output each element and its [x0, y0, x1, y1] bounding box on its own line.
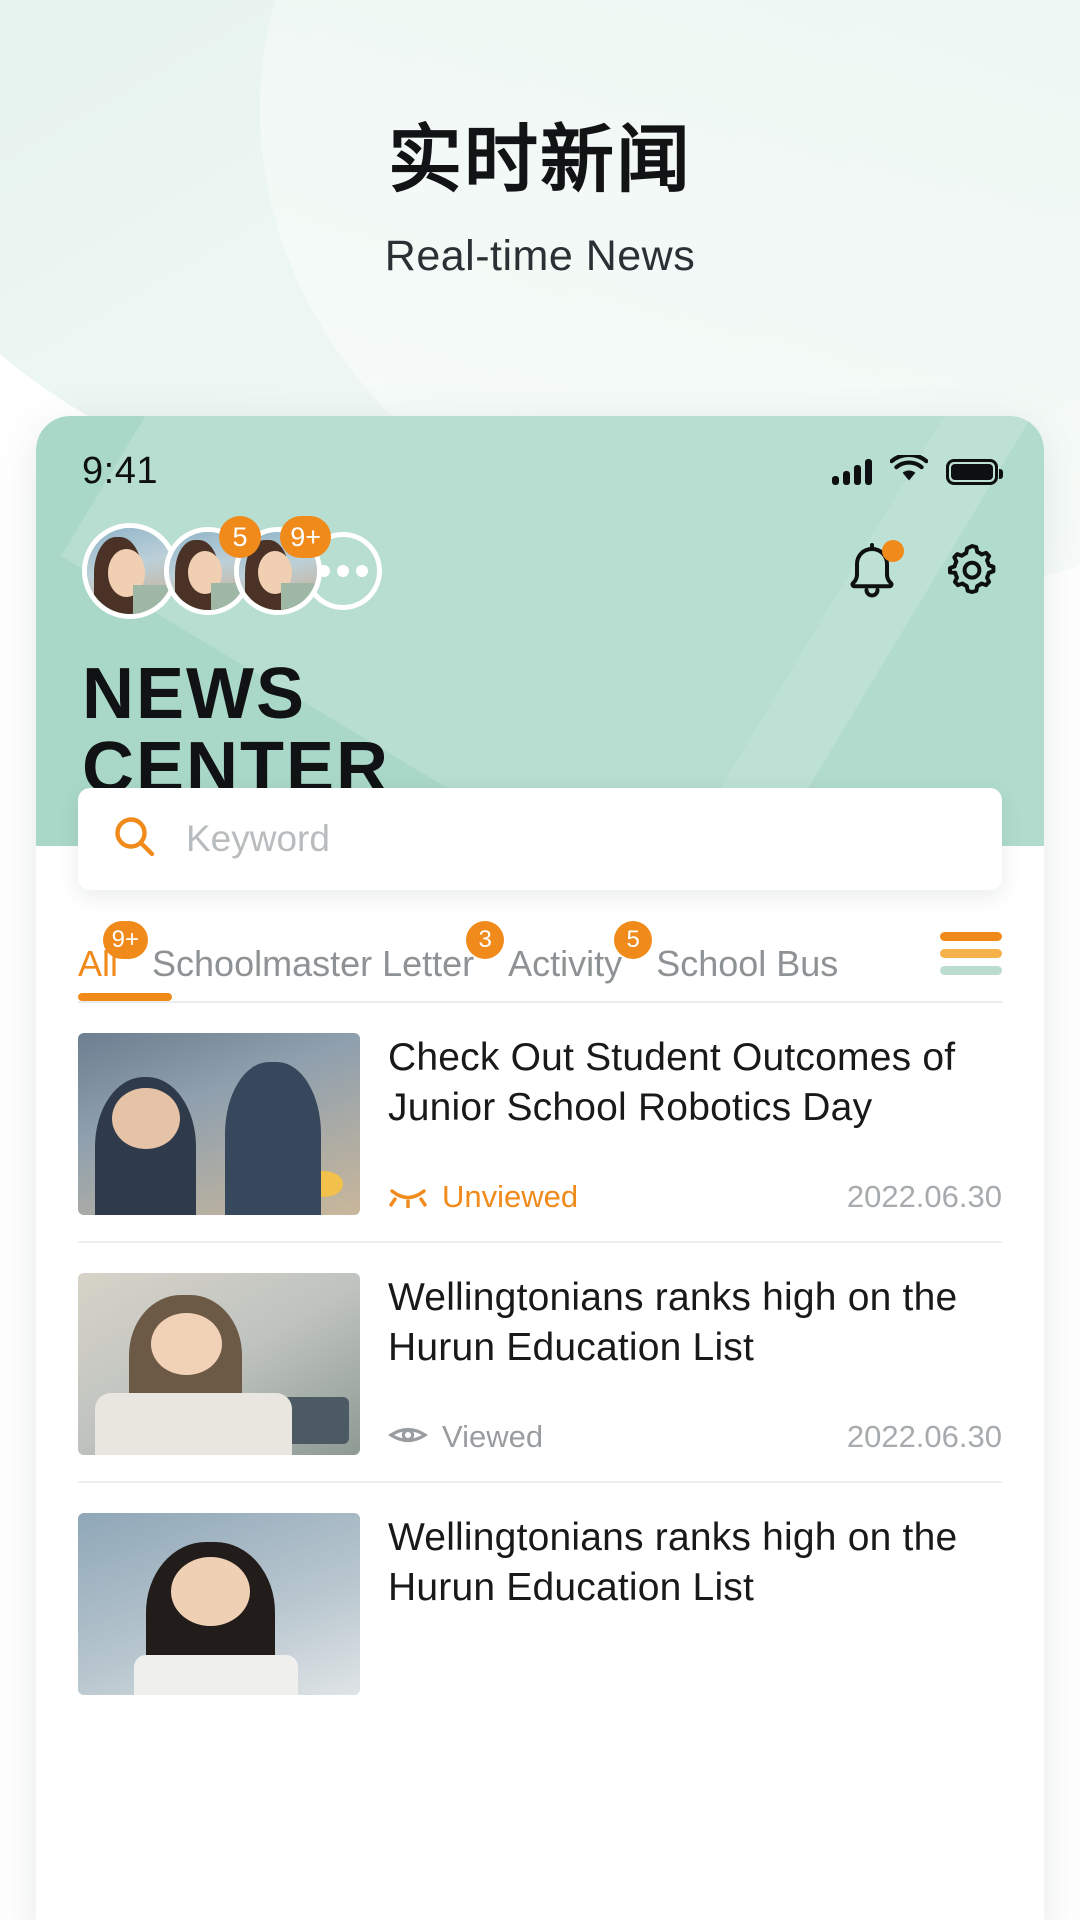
- tab-badge: 5: [614, 921, 653, 959]
- news-thumbnail: [78, 1513, 360, 1695]
- battery-full-icon: [946, 458, 1003, 485]
- hamburger-menu-icon[interactable]: [940, 932, 1002, 983]
- eye-open-icon: [388, 1422, 428, 1453]
- tab-badge: 9+: [102, 921, 149, 959]
- wifi-icon: [889, 452, 929, 488]
- tab-badge: 3: [466, 921, 505, 959]
- signal-bars-icon: [832, 458, 872, 485]
- page-title-english: Real-time News: [384, 232, 696, 280]
- search-bar-container: Keyword: [36, 788, 1044, 890]
- news-date: 2022.06.30: [846, 1179, 1002, 1214]
- tab-label: School Bus: [656, 943, 839, 984]
- phone-mockup: 9:41 5 9+ NEWS CENTER Keyword All 9+ Sch…: [36, 416, 1044, 1920]
- news-status: Viewed: [388, 1419, 543, 1455]
- avatar-badge: 5: [219, 516, 261, 558]
- news-status: Unviewed: [388, 1179, 578, 1215]
- news-list-item[interactable]: Wellingtonians ranks high on the Hurun E…: [78, 1241, 1002, 1481]
- avatar-badge: 9+: [280, 516, 331, 558]
- settings-button[interactable]: [944, 542, 1000, 600]
- avatar-image: [87, 528, 173, 614]
- notification-dot-badge: [882, 540, 904, 562]
- news-meta: Unviewed 2022.06.30: [388, 1161, 1002, 1215]
- category-tabs: All 9+ Schoolmaster Letter 3 Activity 5 …: [36, 890, 1044, 1001]
- eye-closed-icon: [388, 1182, 428, 1213]
- news-list-item[interactable]: Check Out Student Outcomes of Junior Sch…: [78, 1003, 1002, 1241]
- news-content: Wellingtonians ranks high on the Hurun E…: [388, 1273, 1002, 1455]
- page-title-chinese: 实时新闻: [388, 117, 692, 203]
- news-title: Check Out Student Outcomes of Junior Sch…: [388, 1036, 956, 1129]
- news-status-label: Viewed: [442, 1419, 544, 1454]
- tab-schoolmaster-letter[interactable]: Schoolmaster Letter 3: [152, 921, 505, 1001]
- tab-label: Activity: [508, 943, 623, 984]
- tab-label: Schoolmaster Letter: [152, 943, 475, 984]
- news-date: 2022.06.30: [846, 1419, 1002, 1454]
- avatar-group[interactable]: 5 9+: [82, 516, 382, 619]
- status-bar-icons: [832, 452, 1003, 488]
- notification-button[interactable]: [844, 540, 904, 600]
- status-bar: 9:41: [36, 416, 1044, 493]
- news-list-item[interactable]: Wellingtonians ranks high on the Hurun E…: [78, 1481, 1002, 1721]
- search-icon: [112, 814, 158, 865]
- tab-school-bus[interactable]: School Bus: [656, 943, 838, 1001]
- news-meta: Viewed 2022.06.30: [388, 1401, 1002, 1455]
- screenshot-root: 实时新闻 Real-time News 9:41 5 9+ NEWS CENTE…: [0, 0, 1080, 1920]
- news-content: Wellingtonians ranks high on the Hurun E…: [388, 1513, 1002, 1695]
- hero-avatar-row: 5 9+: [36, 493, 1044, 619]
- tab-activity[interactable]: Activity 5: [508, 921, 653, 1001]
- news-title: Wellingtonians ranks high on the Hurun E…: [388, 1276, 958, 1369]
- hero-action-buttons: [844, 540, 1000, 600]
- hero-header: 9:41 5 9+ NEWS CENTER: [36, 416, 1044, 846]
- search-bar[interactable]: Keyword: [78, 788, 1002, 890]
- search-input[interactable]: Keyword: [186, 818, 330, 860]
- news-thumbnail: [78, 1033, 360, 1215]
- news-content: Check Out Student Outcomes of Junior Sch…: [388, 1033, 1002, 1215]
- news-title: Wellingtonians ranks high on the Hurun E…: [388, 1516, 958, 1609]
- tab-all[interactable]: All 9+: [78, 921, 172, 1001]
- news-thumbnail: [78, 1273, 360, 1455]
- page-heading: 实时新闻 Real-time News: [0, 0, 1080, 282]
- news-status-label: Unviewed: [442, 1179, 579, 1214]
- news-list: Check Out Student Outcomes of Junior Sch…: [36, 1003, 1044, 1721]
- status-bar-time: 9:41: [82, 450, 158, 492]
- hero-title: NEWS CENTER: [82, 657, 1044, 805]
- hero-title-line-1: NEWS: [82, 654, 306, 734]
